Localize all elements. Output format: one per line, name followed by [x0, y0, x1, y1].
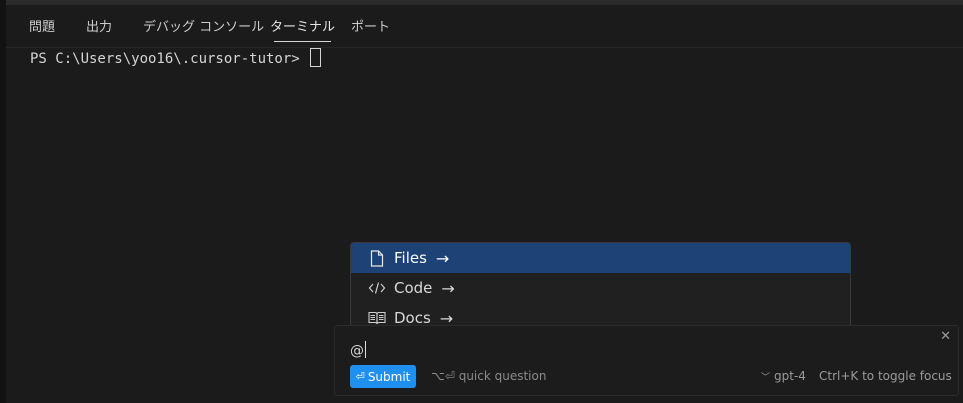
active-tab-indicator	[274, 41, 331, 42]
submit-label: Submit	[367, 369, 411, 384]
terminal-prompt-line[interactable]: PS C:\Users\yoo16\.cursor-tutor>	[30, 48, 322, 69]
prompt-input-value: @	[350, 343, 364, 359]
ide-panel: 問題 出力 デバッグ コンソール ターミナル ポート PS C:\Users\y…	[0, 0, 963, 403]
code-icon	[368, 279, 386, 297]
chevron-down-icon: ﹀	[761, 373, 771, 383]
close-icon[interactable]: ✕	[940, 329, 951, 344]
file-icon	[368, 249, 386, 267]
enter-icon: ⏎	[355, 370, 365, 383]
mention-item-code[interactable]: Code →	[351, 273, 850, 303]
tab-debug-console[interactable]: デバッグ コンソール	[143, 16, 264, 35]
mention-item-files[interactable]: Files →	[351, 243, 850, 273]
tab-problems[interactable]: 問題	[29, 16, 55, 35]
arrow-right-icon: →	[441, 278, 455, 298]
tab-terminal[interactable]: ターミナル	[270, 16, 335, 35]
tab-ports[interactable]: ポート	[351, 16, 390, 35]
terminal-prompt: PS C:\Users\yoo16\.cursor-tutor>	[30, 51, 309, 67]
prompt-input[interactable]: @	[350, 341, 366, 360]
mention-item-label: Code	[394, 279, 433, 297]
ai-prompt-box: ✕ @ ⏎ Submit ⌥⏎ quick question ﹀ gpt-4 Ct…	[334, 325, 959, 396]
mention-item-label: Files	[394, 249, 427, 267]
submit-button[interactable]: ⏎ Submit	[350, 365, 416, 388]
text-caret	[365, 341, 366, 358]
quick-question-button[interactable]: ⌥⏎ quick question	[431, 369, 546, 383]
left-edge	[0, 0, 6, 403]
arrow-right-icon: →	[435, 248, 450, 268]
terminal-cursor	[310, 48, 322, 67]
panel-tabbar: 問題 出力 デバッグ コンソール ターミナル ポート	[6, 5, 963, 48]
model-name: gpt-4	[774, 369, 806, 383]
mention-menu: Files → Code → Docs →	[350, 242, 851, 332]
tab-output[interactable]: 出力	[86, 16, 112, 35]
model-select[interactable]: ﹀ gpt-4	[761, 369, 806, 383]
toggle-focus-hint: Ctrl+K to toggle focus	[819, 369, 952, 383]
